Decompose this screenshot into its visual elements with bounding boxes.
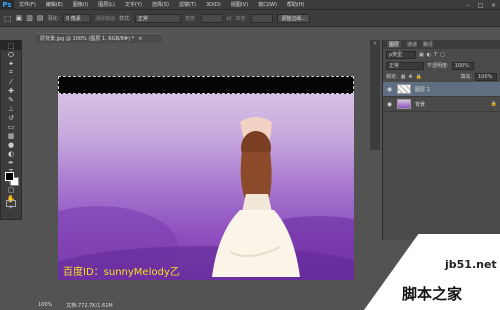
dodge-tool-icon[interactable]: ◐ [1,149,21,158]
menu-image[interactable]: 图像(I) [68,1,93,8]
layer-filter-select[interactable]: ρ类型 [386,50,416,59]
black-selection-strip[interactable] [58,76,354,94]
refine-edge-button[interactable]: 调整边缘... [277,13,311,23]
width-label: 宽度: [184,15,197,22]
visibility-eye-icon[interactable]: ◉ [386,101,393,108]
feather-input[interactable]: 0 像素 [63,13,92,23]
menu-help[interactable]: 帮助(H) [282,1,310,8]
feather-label: 羽化: [47,15,60,22]
eraser-tool-icon[interactable]: ▭ [1,122,21,131]
lock-label: 锁定: [386,74,398,80]
tool-preset-icon[interactable]: ⬚ [4,14,12,23]
layer-thumbnail [397,99,411,109]
document-tab[interactable]: 原背景.jpg @ 100% (图层 1, RGB/8#) * × [36,33,162,43]
eyedropper-tool-icon[interactable]: ⁄ [1,77,21,86]
site-name: 脚本之家 [402,285,463,303]
layer-thumbnail [397,84,411,94]
stamp-tool-icon[interactable]: ⊥ [1,104,21,113]
fill-input[interactable]: 100% [475,72,497,81]
lock-icon: 🔒 [490,101,497,107]
visibility-eye-icon[interactable]: ◉ [386,86,393,93]
menu-bar: Ps 文件(F) 编辑(E) 图像(I) 图层(L) 文字(Y) 选择(S) 滤… [0,0,500,10]
blur-tool-icon[interactable]: ● [1,140,21,149]
height-input[interactable] [251,13,274,23]
menu-3d[interactable]: 3D(D) [201,2,226,8]
fill-label: 填充: [460,74,472,80]
marquee-tool-icon[interactable]: ⬚ [1,41,21,50]
collapsed-panels: » [370,40,380,150]
options-bar: ⬚ ▣ ▥ ▤ 羽化: 0 像素 消除锯齿 样式: 正常 宽度: ⇄ 高度: 调… [0,10,500,27]
filter-image-icon[interactable]: ▣ [419,52,424,58]
canvas-watermark: 百度ID：sunnyMelody乙 [63,267,180,278]
subtract-selection-icon[interactable]: ▤ [37,14,44,22]
lasso-tool-icon[interactable]: ⵔ [1,50,21,59]
magic-wand-tool-icon[interactable]: ✦ [1,59,21,68]
layer-row[interactable]: ◉ 图层 1 [383,82,500,97]
antialias-label[interactable]: 消除锯齿 [95,15,115,22]
tab-paths[interactable]: 路径 [423,41,433,48]
lavender-field [58,206,354,280]
layers-panel: 图层 通道 路径 ρ类型 ▣ ◐ T ▢ 正常 不透明度: 100% 锁定: ▦… [382,40,500,240]
menu-file[interactable]: 文件(F) [14,1,41,8]
lock-pixels-icon[interactable]: ▦ [401,74,406,80]
new-selection-icon[interactable]: ▣ [16,14,23,22]
opacity-label: 不透明度: [427,63,449,69]
blend-mode-select[interactable]: 正常 [386,61,424,70]
tab-layers[interactable]: 图层 [387,41,402,48]
menu-type[interactable]: 文字(Y) [120,1,147,8]
site-url: jb51.net [445,258,497,271]
style-select[interactable]: 正常 [134,13,181,23]
layer-row[interactable]: ◉ 背景 🔒 [383,97,500,112]
add-selection-icon[interactable]: ▥ [26,14,33,22]
menu-view[interactable]: 视图(V) [226,1,253,8]
brush-tool-icon[interactable]: ✎ [1,95,21,104]
zoom-level[interactable]: 100% [38,302,52,308]
document-title: 原背景.jpg @ 100% (图层 1, RGB/8#) * [40,36,135,42]
swap-icon[interactable]: ⇄ [227,15,232,22]
opacity-input[interactable]: 100% [451,61,474,70]
canvas-image[interactable] [58,76,354,280]
layer-name[interactable]: 图层 1 [415,86,430,93]
tools-panel: ⬚ ⵔ ✦ ⌗ ⁄ ✚ ✎ ⊥ ↺ ▭ ▦ ● ◐ ✒ T ➤ ▢ ✋ ⌕ [0,40,22,220]
maximize-button[interactable]: □ [474,0,487,10]
app-logo[interactable]: Ps [0,0,14,10]
width-input[interactable] [200,13,223,23]
pen-tool-icon[interactable]: ✒ [1,158,21,167]
menu-window[interactable]: 窗口(W) [253,1,282,8]
gradient-tool-icon[interactable]: ▦ [1,131,21,140]
filter-shape-icon[interactable]: ▢ [440,52,445,58]
healing-brush-icon[interactable]: ✚ [1,86,21,95]
lock-move-icon[interactable]: ✥ [408,74,412,80]
panel-toggle-icon[interactable]: » [370,40,380,50]
lock-all-icon[interactable]: 🔒 [416,74,422,80]
close-window-button[interactable]: × [487,0,500,10]
minimize-button[interactable]: – [461,0,474,10]
close-document-icon[interactable]: × [138,36,142,42]
menu-layer[interactable]: 图层(L) [93,1,120,8]
filter-type-icon[interactable]: T [434,52,437,58]
tab-channels[interactable]: 通道 [407,41,417,48]
height-label: 高度: [235,15,248,22]
history-brush-icon[interactable]: ↺ [1,113,21,122]
shape-tool-icon[interactable]: ▢ [1,185,21,194]
menu-select[interactable]: 选择(S) [147,1,174,8]
filter-adjust-icon[interactable]: ◐ [427,52,431,58]
menu-filter[interactable]: 滤镜(T) [174,1,201,8]
menu-edit[interactable]: 编辑(E) [41,1,68,8]
woman-figure [212,117,300,277]
foreground-color-swatch[interactable] [5,172,14,181]
style-label: 样式: [119,15,131,22]
document-info: 文档:772.7K/1.61M [66,302,113,309]
layer-name[interactable]: 背景 [415,101,425,108]
status-bar: 100% 文档:772.7K/1.61M [36,300,356,310]
quick-mask-icon[interactable] [6,200,16,207]
crop-tool-icon[interactable]: ⌗ [1,68,21,77]
